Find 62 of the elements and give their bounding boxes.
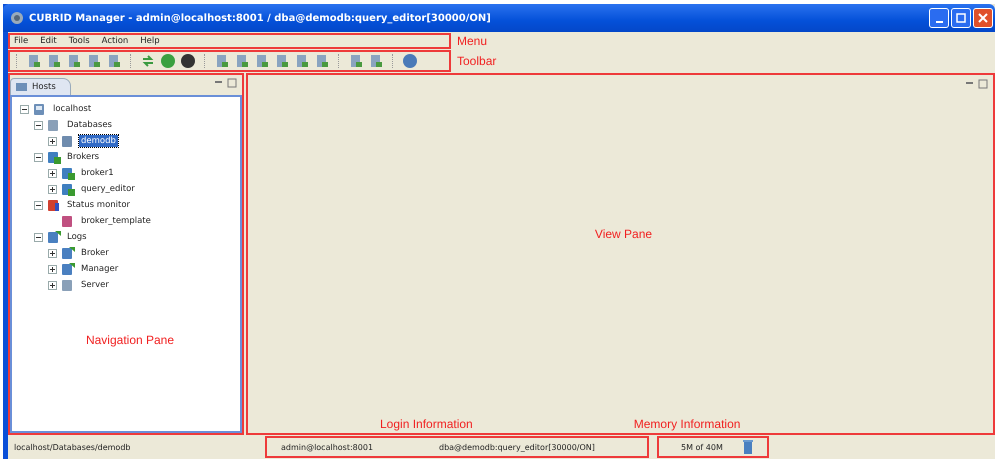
window-title: CUBRID Manager - admin@localhost:8001 / dba@demodb:query_editor[30000/ON] — [29, 12, 491, 24]
status-text: 5M of 40M — [681, 442, 723, 452]
collapse-icon[interactable] — [34, 120, 43, 130]
status-text: admin@localhost:8001 — [280, 442, 374, 452]
stop-icon[interactable] — [180, 53, 196, 69]
expand-icon[interactable] — [48, 136, 57, 146]
annotation-label: View Pane — [594, 227, 652, 241]
node-icon — [46, 229, 62, 245]
node-icon — [60, 181, 76, 197]
computer-icon — [15, 81, 29, 93]
tree-item[interactable]: localhost — [51, 103, 94, 115]
status-text: dba@demodb:query_editor[30000/ON] — [438, 442, 595, 452]
tree-item[interactable]: broker1 — [79, 167, 116, 179]
tree-item[interactable]: Status monitor — [65, 199, 132, 211]
menu-item[interactable]: File — [14, 36, 28, 46]
annotation-label: Menu — [456, 34, 488, 48]
tree-item[interactable]: Databases — [65, 119, 114, 131]
expand-icon[interactable] — [48, 248, 57, 258]
tree-item[interactable]: broker_template — [79, 215, 153, 227]
minimize-icon — [936, 21, 942, 23]
maximize-button[interactable] — [951, 8, 971, 28]
close-button[interactable] — [973, 8, 993, 28]
trash-icon[interactable] — [742, 440, 753, 454]
hosts-tab[interactable]: Hosts — [10, 78, 71, 95]
node-icon — [60, 165, 76, 181]
menu-item[interactable]: Help — [140, 36, 160, 46]
annotation-label: Login Information — [379, 417, 473, 431]
annotation-label: Toolbar — [456, 54, 496, 68]
menu-item[interactable]: Edit — [40, 36, 57, 46]
annotation-label: Navigation Pane — [86, 333, 174, 347]
globe-icon[interactable] — [402, 53, 418, 69]
expand-icon[interactable] — [48, 168, 57, 178]
expand-icon[interactable] — [48, 280, 57, 290]
tree-item[interactable]: Logs — [65, 231, 89, 243]
maximize-icon — [956, 13, 966, 23]
minimize-maximize-icon[interactable] — [965, 79, 989, 89]
collapse-icon[interactable] — [34, 200, 43, 210]
status-text: localhost/Databases/demodb — [13, 442, 132, 452]
collapse-icon[interactable] — [20, 104, 29, 114]
tree-item[interactable]: Broker — [79, 247, 111, 259]
minimize-button[interactable] — [929, 8, 949, 28]
menu-item[interactable]: Tools — [68, 36, 90, 46]
expand-icon[interactable] — [48, 184, 57, 194]
tree-item[interactable]: query_editor — [79, 183, 137, 195]
minimize-maximize-icon[interactable] — [214, 78, 238, 88]
tree-item[interactable]: Server — [79, 279, 111, 291]
collapse-icon[interactable] — [34, 232, 43, 242]
node-icon — [46, 149, 62, 165]
node-icon — [60, 261, 76, 277]
node-icon — [46, 197, 62, 213]
collapse-icon[interactable] — [34, 152, 43, 162]
tree-item[interactable]: Manager — [79, 263, 120, 275]
refresh-icon[interactable] — [140, 53, 156, 69]
expand-icon[interactable] — [48, 264, 57, 274]
annotation-label: Memory Information — [632, 417, 740, 431]
node-icon — [60, 245, 76, 261]
close-icon — [978, 13, 988, 23]
app-icon — [9, 10, 25, 26]
menu-item[interactable]: Action — [102, 36, 128, 46]
check-circle-icon[interactable] — [160, 53, 176, 69]
tree-item[interactable]: Brokers — [65, 151, 102, 163]
tree-item[interactable]: demodb — [79, 135, 118, 147]
